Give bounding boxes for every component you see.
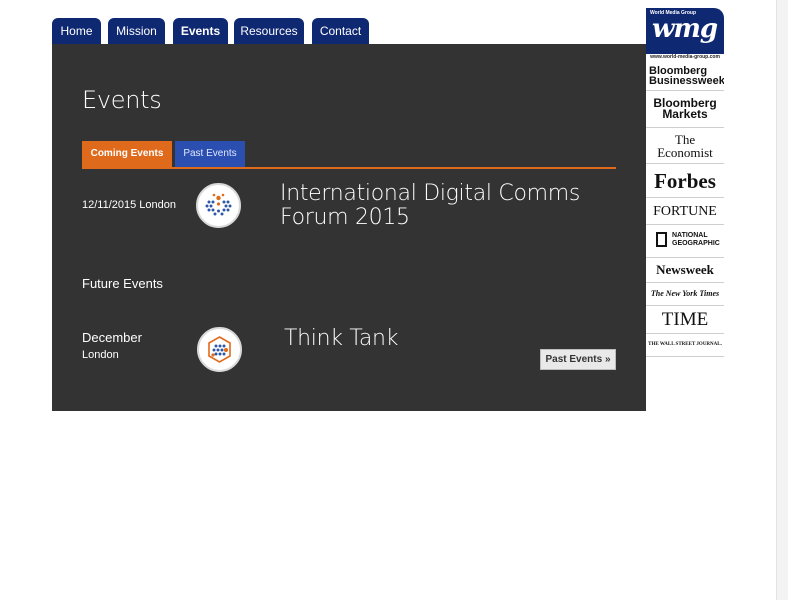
- publication-national-geographic[interactable]: NATIONAL GEOGRAPHIC: [646, 226, 724, 258]
- publication-nyt[interactable]: The New York Times: [646, 284, 724, 306]
- wmg-logo[interactable]: World Media Group wmg: [646, 8, 724, 54]
- event-title[interactable]: Think Tank: [284, 327, 398, 351]
- event-logo-icon[interactable]: [196, 183, 241, 228]
- page-title: Events: [82, 86, 162, 114]
- event-title[interactable]: International Digital Comms Forum 2015: [280, 182, 580, 230]
- tab-underline: [82, 167, 616, 169]
- nat-geo-frame-icon: [656, 232, 667, 247]
- publication-bloomberg-markets[interactable]: Bloomberg Markets: [646, 92, 724, 128]
- publication-newsweek[interactable]: Newsweek: [646, 259, 724, 283]
- nav-tab-mission[interactable]: Mission: [108, 18, 165, 44]
- publication-forbes[interactable]: Forbes: [646, 165, 724, 198]
- publication-time[interactable]: TIME: [646, 307, 724, 334]
- event-location: London: [82, 349, 119, 361]
- event-date: 12/11/2015 London: [82, 199, 176, 211]
- page-scrollbar[interactable]: [776, 0, 788, 600]
- publication-name: Markets: [662, 107, 708, 121]
- tab-past-events[interactable]: Past Events: [175, 141, 245, 167]
- publication-economist[interactable]: The Economist: [646, 129, 724, 164]
- publication-wsj[interactable]: THE WALL STREET JOURNAL.: [646, 335, 724, 357]
- event-logo-icon[interactable]: [197, 327, 242, 372]
- event-date: December: [82, 330, 142, 345]
- past-events-button[interactable]: Past Events »: [540, 349, 616, 370]
- nav-tab-home[interactable]: Home: [52, 18, 101, 44]
- event-title-line: Forum 2015: [280, 205, 410, 230]
- section-heading: Future Events: [82, 276, 163, 291]
- nav-tab-resources[interactable]: Resources: [234, 18, 304, 44]
- publication-fortune[interactable]: FORTUNE: [646, 199, 724, 225]
- nav-tab-events[interactable]: Events: [173, 18, 228, 44]
- wmg-logo-text: wmg: [652, 14, 718, 44]
- publication-name: Businessweek: [649, 75, 724, 87]
- publication-bloomberg-businessweek[interactable]: Bloomberg Businessweek: [646, 62, 724, 91]
- wmg-url[interactable]: www.world-media-group.com: [646, 54, 724, 60]
- nav-tab-contact[interactable]: Contact: [312, 18, 369, 44]
- event-title-line: International Digital Comms: [280, 181, 581, 206]
- events-panel: Events Coming Events Past Events 12/11/2…: [52, 44, 646, 411]
- publication-name: Economist: [657, 145, 713, 160]
- tab-coming-events[interactable]: Coming Events: [82, 141, 172, 167]
